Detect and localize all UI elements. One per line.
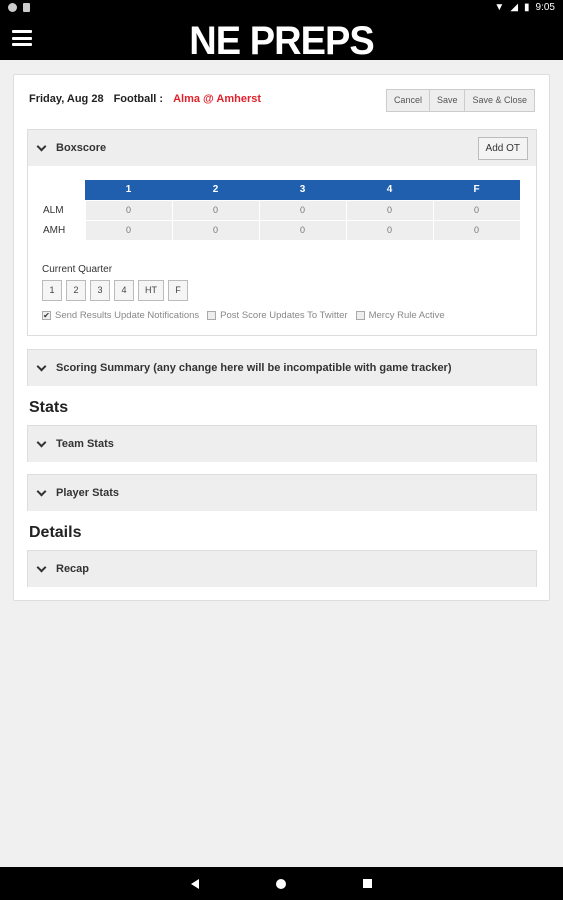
chevron-down-icon xyxy=(36,437,47,447)
app-logo: NE PREPS xyxy=(189,19,375,63)
quarter-button-3[interactable]: 3 xyxy=(90,280,110,301)
score-cell[interactable]: 0 xyxy=(84,219,173,241)
quarter-buttons: 1 2 3 4 HT F xyxy=(42,280,188,301)
cancel-button[interactable]: Cancel xyxy=(385,89,430,112)
app-bar: NE PREPS xyxy=(0,18,563,63)
boxscore-panel: Boxscore Add OT 1 2 3 4 F ALM 0 0 0 0 0 … xyxy=(27,129,537,336)
status-time: 9:05 xyxy=(535,2,555,13)
quarter-button-4[interactable]: 4 xyxy=(114,280,134,301)
scoring-summary-title: Scoring Summary (any change here will be… xyxy=(56,362,452,374)
game-edit-card: Friday, Aug 28 Football : Alma @ Amherst… xyxy=(13,74,550,601)
score-cell[interactable]: 0 xyxy=(345,199,434,221)
score-cell[interactable]: 0 xyxy=(258,219,347,241)
table-row: ALM 0 0 0 0 0 xyxy=(41,199,521,221)
column-header: 4 xyxy=(346,180,433,200)
home-icon[interactable] xyxy=(276,878,286,889)
boxscore-header[interactable]: Boxscore Add OT xyxy=(28,130,536,166)
checkbox-label: Send Results Update Notifications xyxy=(55,310,200,321)
score-cell[interactable]: 0 xyxy=(432,219,521,241)
details-heading: Details xyxy=(29,524,82,541)
boxscore-title: Boxscore xyxy=(56,142,107,154)
scoring-summary-header[interactable]: Scoring Summary (any change here will be… xyxy=(28,350,536,386)
game-matchup: Alma @ Amherst xyxy=(173,93,262,105)
boxscore-header-row: 1 2 3 4 F xyxy=(41,180,520,200)
column-header: 3 xyxy=(259,180,346,200)
player-stats-header[interactable]: Player Stats xyxy=(28,475,536,511)
checkbox-label: Mercy Rule Active xyxy=(368,310,445,321)
mercy-rule-option[interactable]: Mercy Rule Active xyxy=(355,310,445,321)
chevron-down-icon xyxy=(36,141,47,151)
score-cell[interactable]: 0 xyxy=(432,199,521,221)
send-notifications-option[interactable]: ✔ Send Results Update Notifications xyxy=(42,310,199,321)
scoring-summary-panel: Scoring Summary (any change here will be… xyxy=(27,349,537,386)
back-icon[interactable] xyxy=(191,878,199,889)
recap-title: Recap xyxy=(56,563,90,575)
game-date: Friday, Aug 28 xyxy=(29,93,104,105)
column-header: F xyxy=(433,180,520,200)
quarter-button-2[interactable]: 2 xyxy=(66,280,86,301)
save-button[interactable]: Save xyxy=(429,89,466,112)
signal-icon: ◢ xyxy=(510,2,519,13)
notification-icon xyxy=(8,3,17,12)
score-cell[interactable]: 0 xyxy=(258,199,347,221)
game-info: Friday, Aug 28 Football : Alma @ Amherst xyxy=(29,93,261,105)
player-stats-panel: Player Stats xyxy=(27,474,537,511)
sd-card-icon xyxy=(23,3,30,12)
team-stats-panel: Team Stats xyxy=(27,425,537,462)
wifi-icon: ▼ xyxy=(494,2,505,13)
score-cell[interactable]: 0 xyxy=(345,219,434,241)
twitter-option[interactable]: Post Score Updates To Twitter xyxy=(207,310,348,321)
column-header: 2 xyxy=(172,180,259,200)
checkbox-unchecked[interactable] xyxy=(355,311,365,320)
add-ot-button[interactable]: Add OT xyxy=(477,137,528,160)
save-close-button[interactable]: Save & Close xyxy=(465,89,535,112)
current-quarter-label: Current Quarter xyxy=(42,264,113,275)
column-header: 1 xyxy=(85,180,172,200)
score-cell[interactable]: 0 xyxy=(171,199,260,221)
table-row: AMH 0 0 0 0 0 xyxy=(41,219,521,241)
player-stats-title: Player Stats xyxy=(56,487,119,499)
chevron-down-icon xyxy=(36,486,47,496)
system-nav-bar xyxy=(0,867,563,900)
chevron-down-icon xyxy=(36,562,47,572)
checkbox-unchecked[interactable] xyxy=(207,311,217,320)
recap-panel: Recap xyxy=(27,550,537,587)
status-bar: ▼ ◢ ▮ 9:05 xyxy=(0,0,563,18)
chevron-down-icon xyxy=(36,361,47,371)
team-abbr: AMH xyxy=(43,224,66,236)
action-buttons: Cancel Save Save & Close xyxy=(385,89,535,112)
checkbox-checked[interactable]: ✔ xyxy=(42,311,51,320)
team-stats-header[interactable]: Team Stats xyxy=(28,426,536,462)
score-cell[interactable]: 0 xyxy=(84,199,173,221)
stats-heading: Stats xyxy=(29,399,69,416)
team-stats-title: Team Stats xyxy=(56,438,114,450)
quarter-button-f[interactable]: F xyxy=(168,280,188,301)
team-abbr: ALM xyxy=(43,204,64,216)
recap-header[interactable]: Recap xyxy=(28,551,536,587)
battery-icon: ▮ xyxy=(524,2,530,13)
options: ✔ Send Results Update Notifications Post… xyxy=(42,310,445,321)
boxscore-table: 1 2 3 4 F ALM 0 0 0 0 0 AMH 0 0 0 0 0 xyxy=(41,180,521,241)
quarter-button-1[interactable]: 1 xyxy=(42,280,62,301)
quarter-button-ht[interactable]: HT xyxy=(138,280,164,301)
score-cell[interactable]: 0 xyxy=(171,219,260,241)
checkbox-label: Post Score Updates To Twitter xyxy=(220,310,348,321)
recent-apps-icon[interactable] xyxy=(363,879,372,888)
game-sport: Football : xyxy=(113,93,164,105)
